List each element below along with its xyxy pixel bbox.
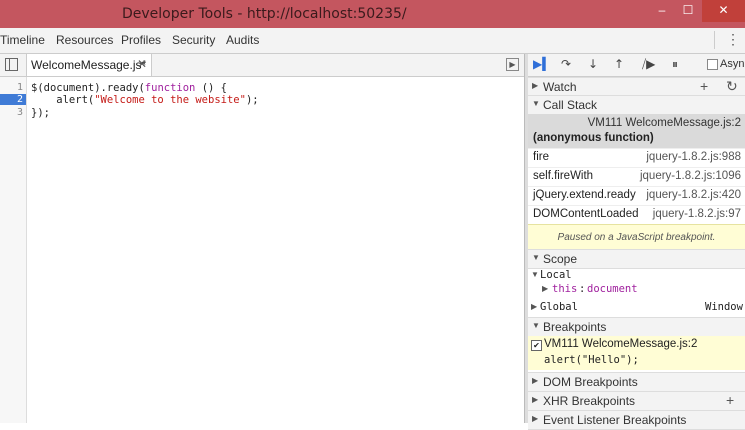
refresh-icon[interactable]: ↻ <box>726 78 738 95</box>
code-line-3[interactable]: }); <box>31 107 50 119</box>
toolbar-separator <box>714 31 715 49</box>
code-keyword: function <box>144 82 196 94</box>
add-xhr-breakpoint-icon[interactable]: + <box>726 392 734 408</box>
call-frame-location: jquery-1.8.2.js:420 <box>646 189 741 201</box>
tab-audits[interactable]: Audits <box>226 33 259 47</box>
call-frame-location: jquery-1.8.2.js:988 <box>646 151 741 163</box>
call-frame[interactable]: DOMContentLoaded jquery-1.8.2.js:97 <box>528 205 745 225</box>
code-text: alert( <box>31 94 95 106</box>
scope-global-value: Window <box>705 301 743 313</box>
code-text: () { <box>195 82 227 94</box>
file-tab[interactable]: WelcomeMessage.js* ✕ <box>26 54 152 76</box>
call-stack-section-header[interactable]: ▼ Call Stack <box>528 95 745 115</box>
call-frame-function: jQuery.extend.ready <box>533 189 636 201</box>
event-listener-breakpoints-label: Event Listener Breakpoints <box>543 413 687 427</box>
tab-profiles[interactable]: Profiles <box>121 33 161 47</box>
file-tab-label: WelcomeMessage.js* <box>31 58 147 72</box>
close-button[interactable]: ✕ <box>702 0 745 22</box>
line-gutter[interactable]: 1 2 3 <box>0 77 27 423</box>
line-number-breakpoint[interactable]: 2 <box>0 94 26 105</box>
call-frame-location: jquery-1.8.2.js:1096 <box>639 170 741 182</box>
minimize-button[interactable]: – <box>650 0 674 22</box>
tab-timeline[interactable]: Timeline <box>0 33 45 47</box>
dom-breakpoints-label: DOM Breakpoints <box>543 375 638 389</box>
call-frame-function: self.fireWith <box>533 170 594 182</box>
expand-icon[interactable]: ▶ <box>531 302 537 311</box>
code-text: }); <box>31 107 50 119</box>
toggle-navigator-icon[interactable] <box>5 58 18 71</box>
scope-this-value: document <box>587 283 638 295</box>
resume-icon[interactable]: ▶▍ <box>533 57 551 71</box>
window-title: Developer Tools - http://localhost:50235… <box>122 6 407 22</box>
line-number[interactable]: 3 <box>0 107 23 118</box>
watch-label: Watch <box>543 80 577 94</box>
call-frame[interactable]: fire jquery-1.8.2.js:988 <box>528 148 745 168</box>
breakpoints-label: Breakpoints <box>543 320 607 334</box>
step-over-icon[interactable]: ↷ <box>561 57 571 71</box>
breakpoint-location: VM111 WelcomeMessage.js:2 <box>544 338 698 350</box>
debugger-sidebar: ▶▍ ↷ ↓ ↑ ⧸▶ ⏸ Asyn ▶ Watch + ↻ ▼ Call St… <box>528 54 745 430</box>
maximize-button[interactable]: ☐ <box>676 0 700 22</box>
call-frame-function: fire <box>533 151 549 163</box>
editor-toolbar: WelcomeMessage.js* ✕ ▶ <box>0 54 524 77</box>
add-watch-icon[interactable]: + <box>700 78 708 94</box>
code-text: $(document).ready( <box>31 82 145 94</box>
step-out-icon[interactable]: ↑ <box>614 57 624 71</box>
event-listener-breakpoints-section-header[interactable]: ▶ Event Listener Breakpoints <box>528 410 745 430</box>
more-options-icon[interactable]: ⋮ <box>726 31 740 48</box>
call-stack-label: Call Stack <box>543 98 598 112</box>
dom-breakpoints-section-header[interactable]: ▶ DOM Breakpoints <box>528 372 745 392</box>
panel-tabs: Timeline Resources Profiles Security Aud… <box>0 28 745 54</box>
scope-label: Scope <box>543 252 578 266</box>
code-text: ); <box>245 94 259 106</box>
code-line-2[interactable]: alert("Welcome to the website"); <box>31 94 259 106</box>
tab-security[interactable]: Security <box>172 33 215 47</box>
toggle-debugger-icon[interactable]: ▶ <box>506 58 519 71</box>
deactivate-breakpoints-icon[interactable]: ⧸▶ <box>642 57 655 72</box>
expand-icon[interactable]: ▶ <box>542 284 548 293</box>
breakpoints-section-header[interactable]: ▼ Breakpoints <box>528 317 745 337</box>
expand-icon: ▶ <box>532 414 539 423</box>
scope-local-label[interactable]: Local <box>540 269 572 281</box>
scope-section-header[interactable]: ▼ Scope <box>528 249 745 269</box>
async-checkbox[interactable] <box>707 59 718 70</box>
collapse-icon: ▼ <box>532 253 540 262</box>
xhr-breakpoints-label: XHR Breakpoints <box>543 394 636 408</box>
call-frame[interactable]: self.fireWith jquery-1.8.2.js:1096 <box>528 167 745 187</box>
call-frame-location: jquery-1.8.2.js:97 <box>652 208 741 220</box>
collapse-icon[interactable]: ▼ <box>531 270 539 279</box>
line-number[interactable]: 1 <box>0 82 23 93</box>
breakpoint-checkbox[interactable]: ✔ <box>531 340 542 351</box>
watch-section-header[interactable]: ▶ Watch + ↻ <box>528 77 745 97</box>
paused-message: Paused on a JavaScript breakpoint. <box>528 224 745 252</box>
pause-on-exceptions-icon[interactable]: ⏸ <box>672 57 678 72</box>
expand-icon: ▶ <box>532 81 539 90</box>
async-label: Asyn <box>720 58 745 70</box>
step-into-icon[interactable]: ↓ <box>588 57 598 71</box>
close-tab-icon[interactable]: ✕ <box>137 57 147 71</box>
scope-this-key: this <box>552 283 578 295</box>
scope-global-label[interactable]: Global <box>540 301 578 313</box>
call-frame[interactable]: jQuery.extend.ready jquery-1.8.2.js:420 <box>528 186 745 206</box>
expand-icon: ▶ <box>532 395 539 404</box>
tab-resources[interactable]: Resources <box>56 33 113 47</box>
call-frame-location: VM111 WelcomeMessage.js:2 <box>587 117 741 129</box>
call-frame-function: (anonymous function) <box>533 132 654 144</box>
xhr-breakpoints-section-header[interactable]: ▶ XHR Breakpoints + <box>528 391 745 411</box>
code-string: "Welcome to the website" <box>94 94 246 106</box>
breakpoint-code: alert("Hello"); <box>544 354 639 366</box>
collapse-icon: ▼ <box>532 321 540 330</box>
debugger-toolbar: ▶▍ ↷ ↓ ↑ ⧸▶ ⏸ Asyn <box>528 54 745 77</box>
breakpoint-item[interactable]: ✔ VM111 WelcomeMessage.js:2 alert("Hello… <box>528 336 745 370</box>
code-line-1[interactable]: $(document).ready(function () { <box>31 82 227 94</box>
title-bar: Developer Tools - http://localhost:50235… <box>0 0 745 28</box>
expand-icon: ▶ <box>532 376 539 385</box>
call-frame-selected[interactable]: VM111 WelcomeMessage.js:2 (anonymous fun… <box>528 114 745 149</box>
collapse-icon: ▼ <box>532 99 540 108</box>
call-frame-function: DOMContentLoaded <box>533 208 639 220</box>
scope-this-colon: : <box>579 283 586 295</box>
